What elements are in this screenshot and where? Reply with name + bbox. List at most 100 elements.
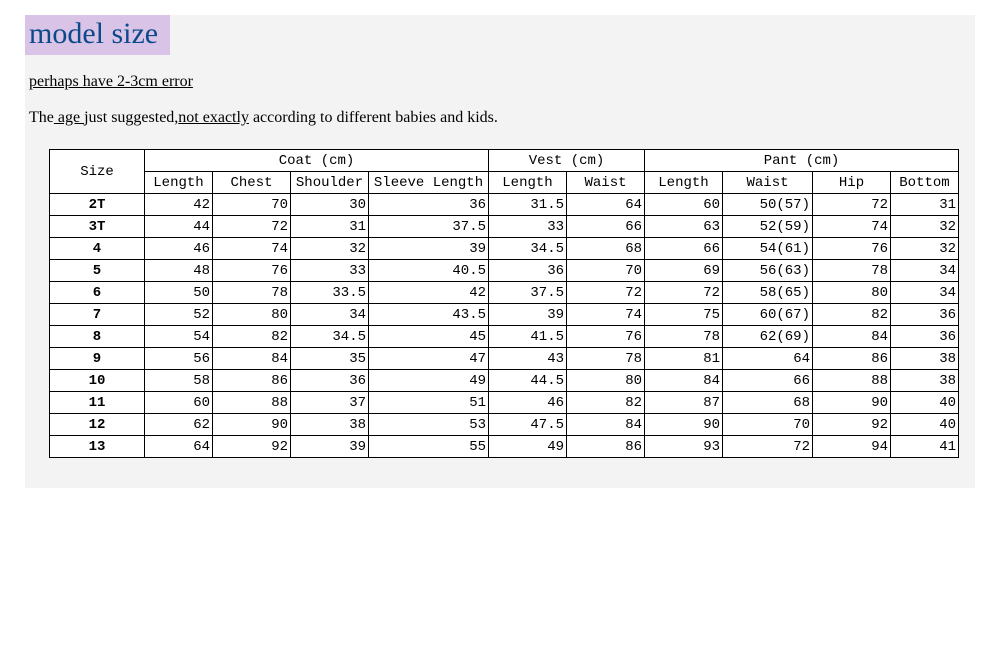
table-row: 6507833.54237.5727258(65)8034 bbox=[50, 282, 959, 304]
cell-pant-bottom: 40 bbox=[891, 414, 959, 436]
cell-pant-waist: 50(57) bbox=[723, 194, 813, 216]
cell-pant-bottom: 40 bbox=[891, 392, 959, 414]
cell-coat-chest: 74 bbox=[213, 238, 291, 260]
cell-vest-waist: 64 bbox=[567, 194, 645, 216]
cell-vest-waist: 76 bbox=[567, 326, 645, 348]
cell-pant-waist: 56(63) bbox=[723, 260, 813, 282]
cell-vest-length: 31.5 bbox=[489, 194, 567, 216]
page-title: model size bbox=[25, 15, 170, 55]
size-table-wrap: Size Coat (cm) Vest (cm) Pant (cm) Lengt… bbox=[49, 149, 975, 458]
cell-pant-length: 84 bbox=[645, 370, 723, 392]
cell-pant-bottom: 31 bbox=[891, 194, 959, 216]
cell-vest-waist: 80 bbox=[567, 370, 645, 392]
header-pant: Pant (cm) bbox=[645, 150, 959, 172]
cell-size: 8 bbox=[50, 326, 145, 348]
cell-coat-length: 60 bbox=[145, 392, 213, 414]
cell-pant-bottom: 38 bbox=[891, 348, 959, 370]
cell-vest-waist: 84 bbox=[567, 414, 645, 436]
cell-vest-waist: 68 bbox=[567, 238, 645, 260]
cell-coat-length: 46 bbox=[145, 238, 213, 260]
cell-vest-waist: 72 bbox=[567, 282, 645, 304]
cell-pant-hip: 78 bbox=[813, 260, 891, 282]
cell-coat-chest: 90 bbox=[213, 414, 291, 436]
cell-pant-bottom: 41 bbox=[891, 436, 959, 458]
cell-coat-shoulder: 38 bbox=[291, 414, 369, 436]
cell-coat-chest: 70 bbox=[213, 194, 291, 216]
cell-pant-hip: 88 bbox=[813, 370, 891, 392]
cell-pant-bottom: 32 bbox=[891, 238, 959, 260]
note-text-prefix: The bbox=[29, 109, 54, 126]
cell-pant-bottom: 36 bbox=[891, 326, 959, 348]
cell-coat-length: 48 bbox=[145, 260, 213, 282]
cell-vest-waist: 78 bbox=[567, 348, 645, 370]
cell-coat-shoulder: 33.5 bbox=[291, 282, 369, 304]
cell-vest-length: 33 bbox=[489, 216, 567, 238]
cell-coat-sleeve: 47 bbox=[369, 348, 489, 370]
table-row: 44674323934.5686654(61)7632 bbox=[50, 238, 959, 260]
table-row: 126290385347.58490709240 bbox=[50, 414, 959, 436]
cell-pant-length: 87 bbox=[645, 392, 723, 414]
cell-pant-length: 90 bbox=[645, 414, 723, 436]
cell-size: 6 bbox=[50, 282, 145, 304]
cell-coat-length: 44 bbox=[145, 216, 213, 238]
cell-pant-bottom: 38 bbox=[891, 370, 959, 392]
cell-coat-sleeve: 49 bbox=[369, 370, 489, 392]
note-text-suffix: according to different babies and kids. bbox=[249, 109, 498, 126]
header-pant-bottom: Bottom bbox=[891, 172, 959, 194]
cell-pant-waist: 58(65) bbox=[723, 282, 813, 304]
cell-vest-length: 37.5 bbox=[489, 282, 567, 304]
table-row: 752803443.539747560(67)8236 bbox=[50, 304, 959, 326]
cell-coat-chest: 84 bbox=[213, 348, 291, 370]
cell-size: 11 bbox=[50, 392, 145, 414]
cell-size: 12 bbox=[50, 414, 145, 436]
cell-coat-sleeve: 39 bbox=[369, 238, 489, 260]
cell-vest-waist: 82 bbox=[567, 392, 645, 414]
cell-coat-shoulder: 31 bbox=[291, 216, 369, 238]
cell-pant-length: 72 bbox=[645, 282, 723, 304]
header-vest-waist: Waist bbox=[567, 172, 645, 194]
cell-pant-waist: 66 bbox=[723, 370, 813, 392]
header-coat-sleeve: Sleeve Length bbox=[369, 172, 489, 194]
cell-coat-shoulder: 39 bbox=[291, 436, 369, 458]
cell-pant-waist: 70 bbox=[723, 414, 813, 436]
cell-pant-waist: 72 bbox=[723, 436, 813, 458]
cell-coat-length: 64 bbox=[145, 436, 213, 458]
cell-coat-chest: 92 bbox=[213, 436, 291, 458]
cell-pant-length: 93 bbox=[645, 436, 723, 458]
cell-vest-waist: 74 bbox=[567, 304, 645, 326]
cell-coat-sleeve: 51 bbox=[369, 392, 489, 414]
header-row-2: Length Chest Shoulder Sleeve Length Leng… bbox=[50, 172, 959, 194]
cell-coat-length: 50 bbox=[145, 282, 213, 304]
cell-coat-length: 62 bbox=[145, 414, 213, 436]
cell-vest-length: 36 bbox=[489, 260, 567, 282]
cell-coat-length: 54 bbox=[145, 326, 213, 348]
cell-coat-shoulder: 37 bbox=[291, 392, 369, 414]
cell-coat-shoulder: 30 bbox=[291, 194, 369, 216]
error-note: perhaps have 2-3cm error bbox=[29, 73, 975, 91]
cell-pant-length: 60 bbox=[645, 194, 723, 216]
cell-pant-bottom: 34 bbox=[891, 282, 959, 304]
cell-coat-sleeve: 55 bbox=[369, 436, 489, 458]
cell-size: 10 bbox=[50, 370, 145, 392]
cell-size: 9 bbox=[50, 348, 145, 370]
table-row: 2T4270303631.5646050(57)7231 bbox=[50, 194, 959, 216]
note-not-exactly-underline: not exactly bbox=[178, 109, 249, 126]
note-text-mid: just suggested, bbox=[84, 109, 178, 126]
cell-pant-bottom: 32 bbox=[891, 216, 959, 238]
cell-pant-length: 81 bbox=[645, 348, 723, 370]
cell-coat-shoulder: 34.5 bbox=[291, 326, 369, 348]
cell-pant-hip: 90 bbox=[813, 392, 891, 414]
cell-pant-waist: 64 bbox=[723, 348, 813, 370]
table-row: 105886364944.58084668838 bbox=[50, 370, 959, 392]
cell-vest-length: 46 bbox=[489, 392, 567, 414]
cell-pant-length: 78 bbox=[645, 326, 723, 348]
cell-size: 3T bbox=[50, 216, 145, 238]
cell-vest-length: 41.5 bbox=[489, 326, 567, 348]
cell-pant-hip: 86 bbox=[813, 348, 891, 370]
cell-coat-sleeve: 45 bbox=[369, 326, 489, 348]
cell-coat-sleeve: 42 bbox=[369, 282, 489, 304]
cell-pant-waist: 60(67) bbox=[723, 304, 813, 326]
header-size: Size bbox=[50, 150, 145, 194]
cell-vest-length: 44.5 bbox=[489, 370, 567, 392]
cell-vest-length: 49 bbox=[489, 436, 567, 458]
